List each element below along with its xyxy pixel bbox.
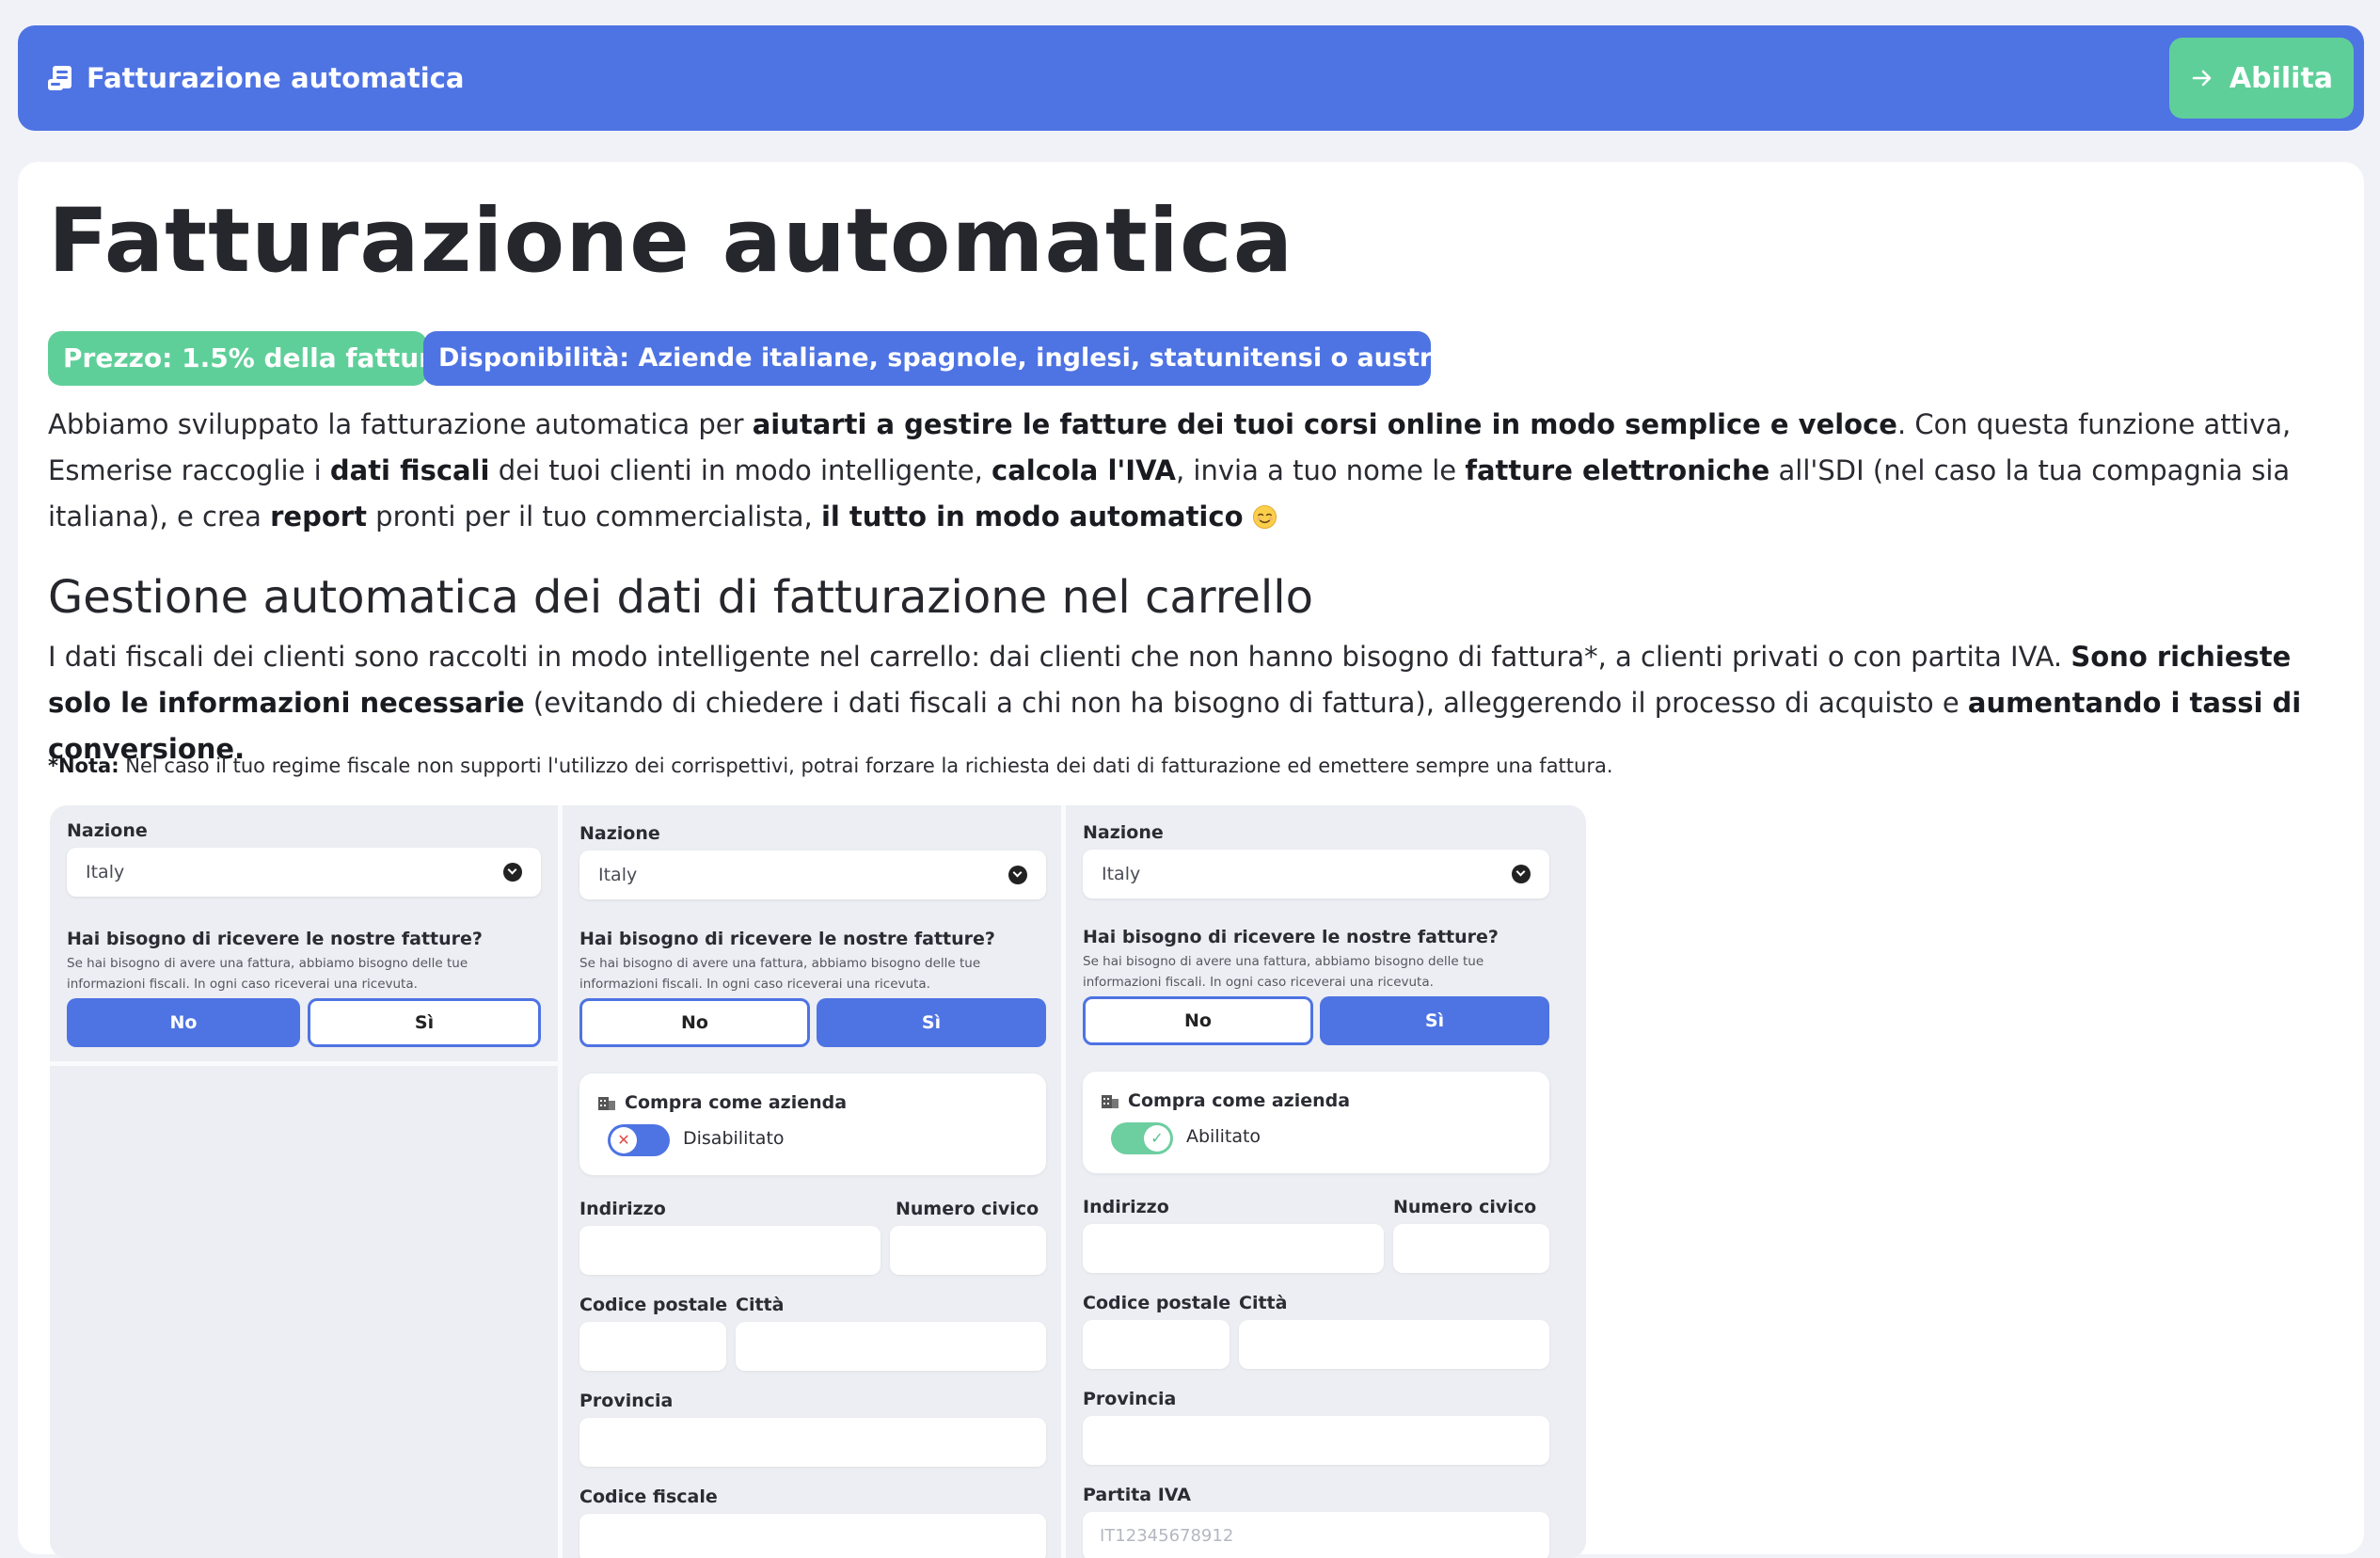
enable-button[interactable]: Abilita [2169,38,2354,119]
province-label: Provincia [579,1391,674,1411]
tax-code-label: Codice fiscale [579,1486,718,1507]
country-select[interactable]: Italy [579,851,1046,899]
note-label: *Nota: [48,755,119,777]
country-value: Italy [598,865,638,885]
intro-bold: dati fiscali [329,454,490,486]
check-icon: ✓ [1144,1125,1170,1152]
intro-text: Abbiamo sviluppato la fatturazione autom… [48,408,753,440]
company-toggle[interactable]: ✕ [608,1124,670,1156]
intro-text: , invia a tuo nome le [1176,454,1466,486]
chevron-down-icon [1512,865,1531,883]
city-label: Città [736,1295,785,1315]
form-company-invoice: Nazione Italy Hai bisogno di ricevere le… [1066,805,1586,1558]
invoice-question: Hai bisogno di ricevere le nostre fattur… [579,929,995,949]
postal-code-input[interactable] [579,1322,726,1371]
vat-input[interactable]: IT12345678912 [1083,1512,1549,1558]
street-number-input[interactable] [890,1226,1046,1275]
chevron-down-icon [503,863,522,882]
chevron-down-icon [1008,866,1027,884]
close-icon: ✕ [611,1127,637,1153]
intro-bold: il tutto in modo automatico [820,501,1244,533]
company-toggle[interactable]: ✓ [1111,1122,1173,1154]
no-button[interactable]: No [1083,996,1313,1045]
section-title: Gestione automatica dei dati di fatturaz… [48,571,1313,624]
address-label: Indirizzo [579,1199,666,1219]
city-input[interactable] [1239,1320,1549,1369]
relieved-face-emoji-icon [1252,504,1277,530]
no-button[interactable]: No [579,998,810,1047]
province-input[interactable] [579,1418,1046,1467]
postal-code-label: Codice postale [1083,1293,1231,1313]
toggle-status: Disabilitato [683,1128,785,1149]
note-text: Nel caso il tuo regime fiscale non suppo… [119,755,1613,777]
country-label: Nazione [67,820,148,841]
company-toggle-box: Compra come azienda ✕ Disabilitato [579,1073,1046,1175]
invoice-question: Hai bisogno di ricevere le nostre fattur… [67,929,483,949]
company-toggle-box: Compra come azienda ✓ Abilitato [1083,1072,1549,1173]
country-label: Nazione [579,823,660,844]
toggle-status: Abilitato [1186,1126,1261,1147]
invoice-hint: Se hai bisogno di avere una fattura, abb… [1083,954,1484,990]
country-select[interactable]: Italy [67,848,541,897]
street-number-input[interactable] [1393,1224,1549,1273]
city-input[interactable] [736,1322,1046,1371]
street-number-label: Numero civico [1393,1197,1537,1217]
invoice-question: Hai bisogno di ricevere le nostre fattur… [1083,927,1499,947]
yes-button[interactable]: Sì [308,998,541,1047]
postal-code-label: Codice postale [579,1295,728,1315]
invoice-hint: Se hai bisogno di avere una fattura, abb… [67,956,468,992]
invoice-icon [48,66,71,90]
province-input[interactable] [1083,1416,1549,1465]
form-private-invoice: Nazione Italy Hai bisogno di ricevere le… [563,805,1061,1558]
building-icon [598,1097,615,1110]
content-card: Fatturazione automatica Prezzo: 1.5% del… [18,162,2364,1558]
postal-code-input[interactable] [1083,1320,1230,1369]
arrow-right-icon [2192,70,2212,87]
tax-code-input[interactable] [579,1514,1046,1558]
company-toggle-title: Compra come azienda [1128,1090,1351,1111]
intro-bold: report [270,501,367,533]
intro-bold: fatture elettroniche [1465,454,1770,486]
city-label: Città [1239,1293,1288,1313]
intro-bold: aiutarti a gestire le fatture dei tuoi c… [752,408,1897,440]
address-label: Indirizzo [1083,1197,1169,1217]
intro-text: dei tuoi clienti in modo intelligente, [489,454,992,486]
enable-button-label: Abilita [2229,61,2334,95]
country-select[interactable]: Italy [1083,850,1549,898]
form-no-invoice: Nazione Italy Hai bisogno di ricevere le… [50,805,558,1558]
section-text: I dati fiscali dei clienti sono raccolti… [48,641,2071,673]
top-bar: Fatturazione automatica Abilita [18,25,2364,131]
yes-button[interactable]: Sì [1320,996,1549,1045]
company-toggle-title: Compra come azienda [625,1092,848,1113]
address-input[interactable] [1083,1224,1384,1273]
country-value: Italy [1102,864,1141,884]
price-badge: Prezzo: 1.5% della fattura [48,331,450,386]
building-icon [1102,1095,1119,1108]
country-label: Nazione [1083,822,1164,843]
province-label: Provincia [1083,1389,1177,1409]
intro-text: pronti per il tuo commercialista, [366,501,821,533]
invoice-hint: Se hai bisogno di avere una fattura, abb… [579,956,981,992]
vat-label: Partita IVA [1083,1485,1191,1505]
yes-button[interactable]: Sì [817,998,1046,1047]
cart-forms-preview: Nazione Italy Hai bisogno di ricevere le… [50,805,1586,1558]
section-text: (evitando di chiedere i dati fiscali a c… [524,687,1968,719]
intro-paragraph: Abbiamo sviluppato la fatturazione autom… [48,402,2343,540]
country-value: Italy [86,862,125,882]
intro-bold: calcola l'IVA [992,454,1176,486]
header-title: Fatturazione automatica [87,62,465,94]
no-button[interactable]: No [67,998,300,1047]
availability-badge: Disponibilità: Aziende italiane, spagnol… [423,331,1519,386]
address-input[interactable] [579,1226,881,1275]
page-title: Fatturazione automatica [48,190,1294,293]
section-paragraph: I dati fiscali dei clienti sono raccolti… [48,634,2343,772]
vat-placeholder: IT12345678912 [1100,1526,1234,1546]
street-number-label: Numero civico [896,1199,1039,1219]
note: *Nota: Nel caso il tuo regime fiscale no… [48,755,1613,777]
